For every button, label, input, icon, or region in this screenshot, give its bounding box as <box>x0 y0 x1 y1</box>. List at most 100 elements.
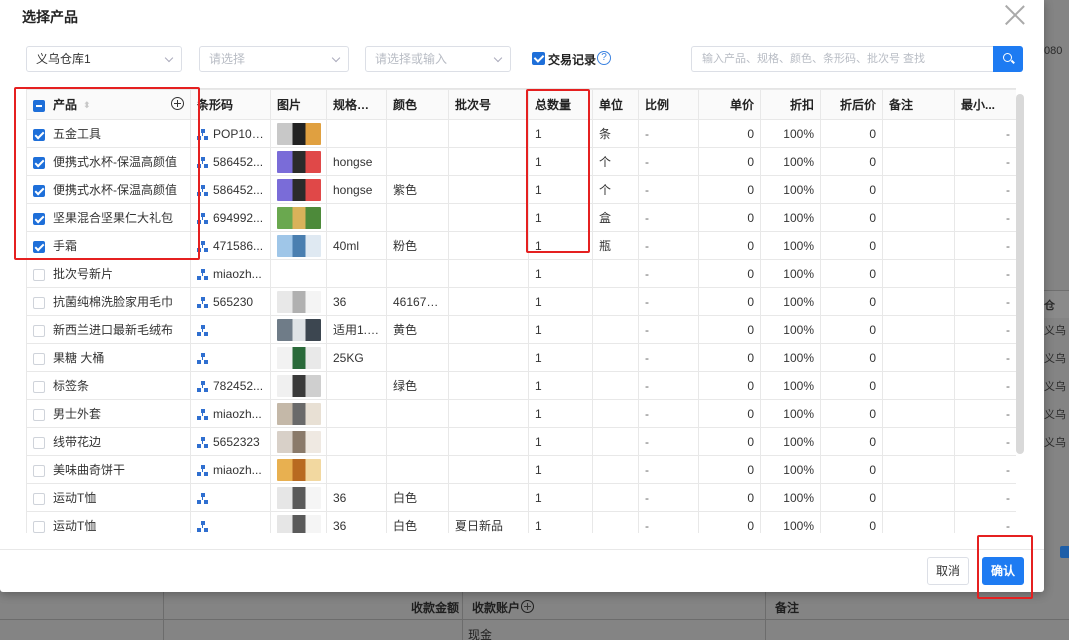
add-column-icon[interactable] <box>171 97 184 110</box>
cell-price[interactable]: 0 <box>698 259 761 288</box>
row-checkbox[interactable] <box>33 268 45 281</box>
table-row[interactable]: 抗菌纯棉洗脸家用毛巾 565230 36 461672... 1-0 100% 0- <box>26 287 1016 316</box>
product-search-input[interactable]: 输入产品、规格、颜色、条形码、批次号 查找 <box>691 46 993 72</box>
cell-qty[interactable]: 1 <box>528 343 593 372</box>
cell-price[interactable]: 0 <box>698 147 761 176</box>
cell-qty[interactable]: 1 <box>528 119 593 148</box>
cell-price[interactable]: 0 <box>698 175 761 204</box>
cell-product[interactable]: 批次号新片 <box>26 259 191 288</box>
category-select[interactable]: 请选择 <box>199 46 349 72</box>
cell-qty[interactable]: 1 <box>528 371 593 400</box>
cell-discounted-price[interactable]: 0 <box>820 231 883 260</box>
cell-product[interactable]: 抗菌纯棉洗脸家用毛巾 <box>26 287 191 316</box>
table-scrollbar[interactable] <box>1016 94 1024 454</box>
table-row[interactable]: 美味曲奇饼干 miaozh... 1-0 100% 0- <box>26 455 1016 484</box>
cell-note[interactable] <box>882 315 955 344</box>
cell-product[interactable]: 手霜 <box>26 231 191 260</box>
cell-discount[interactable]: 100% <box>760 287 821 316</box>
table-row[interactable]: 果糖 大桶 25KG 1-0 100% 0- <box>26 343 1016 372</box>
cell-note[interactable] <box>882 483 955 512</box>
cell-note[interactable] <box>882 455 955 484</box>
table-row[interactable]: 批次号新片 miaozh... 1-0 100% 0- <box>26 259 1016 288</box>
cell-note[interactable] <box>882 175 955 204</box>
cell-note[interactable] <box>882 399 955 428</box>
row-checkbox[interactable] <box>33 240 45 253</box>
cell-qty[interactable]: 1 <box>528 455 593 484</box>
row-checkbox[interactable] <box>33 464 45 477</box>
row-checkbox[interactable] <box>33 212 45 225</box>
cell-price[interactable]: 0 <box>698 483 761 512</box>
cell-product[interactable]: 便携式水杯-保温高颜值 <box>26 175 191 204</box>
cell-product[interactable]: 标签条 <box>26 371 191 400</box>
cell-price[interactable]: 0 <box>698 343 761 372</box>
cell-product[interactable]: 坚果混合坚果仁大礼包 <box>26 203 191 232</box>
cell-product[interactable]: 果糖 大桶 <box>26 343 191 372</box>
warehouse-select[interactable]: 义乌仓库1 <box>26 46 182 72</box>
cell-product[interactable]: 运动T恤 <box>26 511 191 533</box>
cell-product[interactable]: 新西兰进口最新毛绒布 <box>26 315 191 344</box>
cell-discounted-price[interactable]: 0 <box>820 315 883 344</box>
cell-discount[interactable]: 100% <box>760 511 821 533</box>
cell-note[interactable] <box>882 259 955 288</box>
table-row[interactable]: 运动T恤 36 白色 夏日新品 1-0 100% 0- <box>26 511 1016 533</box>
cell-discounted-price[interactable]: 0 <box>820 511 883 533</box>
row-checkbox[interactable] <box>33 156 45 169</box>
cell-product[interactable]: 男士外套 <box>26 399 191 428</box>
confirm-button[interactable]: 确认 <box>982 557 1024 585</box>
row-checkbox[interactable] <box>33 352 45 365</box>
cell-price[interactable]: 0 <box>698 315 761 344</box>
cell-qty[interactable]: 1 <box>528 315 593 344</box>
table-row[interactable]: 便携式水杯-保温高颜值 586452... hongse 1 个 -0 100% 0- <box>26 147 1016 176</box>
cell-price[interactable]: 0 <box>698 511 761 533</box>
table-row[interactable]: 线带花边 5652323 1-0 100% 0- <box>26 427 1016 456</box>
cell-discounted-price[interactable]: 0 <box>820 287 883 316</box>
cell-product[interactable]: 美味曲奇饼干 <box>26 455 191 484</box>
row-checkbox[interactable] <box>33 492 45 505</box>
cell-discount[interactable]: 100% <box>760 231 821 260</box>
cancel-button[interactable]: 取消 <box>927 557 969 585</box>
cell-price[interactable]: 0 <box>698 287 761 316</box>
table-row[interactable]: 新西兰进口最新毛绒布 适用1.5... 黄色 1-0 100% 0- <box>26 315 1016 344</box>
cell-qty[interactable]: 1 <box>528 427 593 456</box>
cell-note[interactable] <box>882 427 955 456</box>
cell-note[interactable] <box>882 511 955 533</box>
cell-discounted-price[interactable]: 0 <box>820 259 883 288</box>
attribute-select[interactable]: 请选择或输入 <box>365 46 511 72</box>
cell-product[interactable]: 便携式水杯-保温高颜值 <box>26 147 191 176</box>
cell-discounted-price[interactable]: 0 <box>820 455 883 484</box>
cell-qty[interactable]: 1 <box>528 147 593 176</box>
cell-qty[interactable]: 1 <box>528 483 593 512</box>
table-row[interactable]: 便携式水杯-保温高颜值 586452... hongse 紫色 1 个 -0 100% 0- <box>26 175 1016 204</box>
cell-product[interactable]: 线带花边 <box>26 427 191 456</box>
cell-note[interactable] <box>882 343 955 372</box>
table-row[interactable]: 手霜 471586... 40ml 粉色 1 瓶 -0 100% 0- <box>26 231 1016 260</box>
cell-price[interactable]: 0 <box>698 427 761 456</box>
cell-discount[interactable]: 100% <box>760 399 821 428</box>
cell-qty[interactable]: 1 <box>528 231 593 260</box>
cell-product[interactable]: 运动T恤 <box>26 483 191 512</box>
row-checkbox[interactable] <box>33 324 45 337</box>
table-row[interactable]: 运动T恤 36 白色 1-0 100% 0- <box>26 483 1016 512</box>
cell-discount[interactable]: 100% <box>760 259 821 288</box>
cell-price[interactable]: 0 <box>698 455 761 484</box>
cell-price[interactable]: 0 <box>698 231 761 260</box>
cell-discount[interactable]: 100% <box>760 343 821 372</box>
cell-discount[interactable]: 100% <box>760 455 821 484</box>
cell-price[interactable]: 0 <box>698 203 761 232</box>
column-header-product[interactable]: 产品 ⬍ <box>26 89 191 120</box>
cell-discounted-price[interactable]: 0 <box>820 119 883 148</box>
cell-note[interactable] <box>882 287 955 316</box>
cell-discounted-price[interactable]: 0 <box>820 203 883 232</box>
cell-discounted-price[interactable]: 0 <box>820 175 883 204</box>
cell-note[interactable] <box>882 119 955 148</box>
row-checkbox[interactable] <box>33 296 45 309</box>
cell-discount[interactable]: 100% <box>760 175 821 204</box>
close-icon[interactable] <box>1004 4 1026 26</box>
cell-qty[interactable]: 1 <box>528 203 593 232</box>
cell-discounted-price[interactable]: 0 <box>820 399 883 428</box>
cell-discount[interactable]: 100% <box>760 371 821 400</box>
cell-discount[interactable]: 100% <box>760 483 821 512</box>
row-checkbox[interactable] <box>33 128 45 141</box>
cell-qty[interactable]: 1 <box>528 259 593 288</box>
row-checkbox[interactable] <box>33 436 45 449</box>
